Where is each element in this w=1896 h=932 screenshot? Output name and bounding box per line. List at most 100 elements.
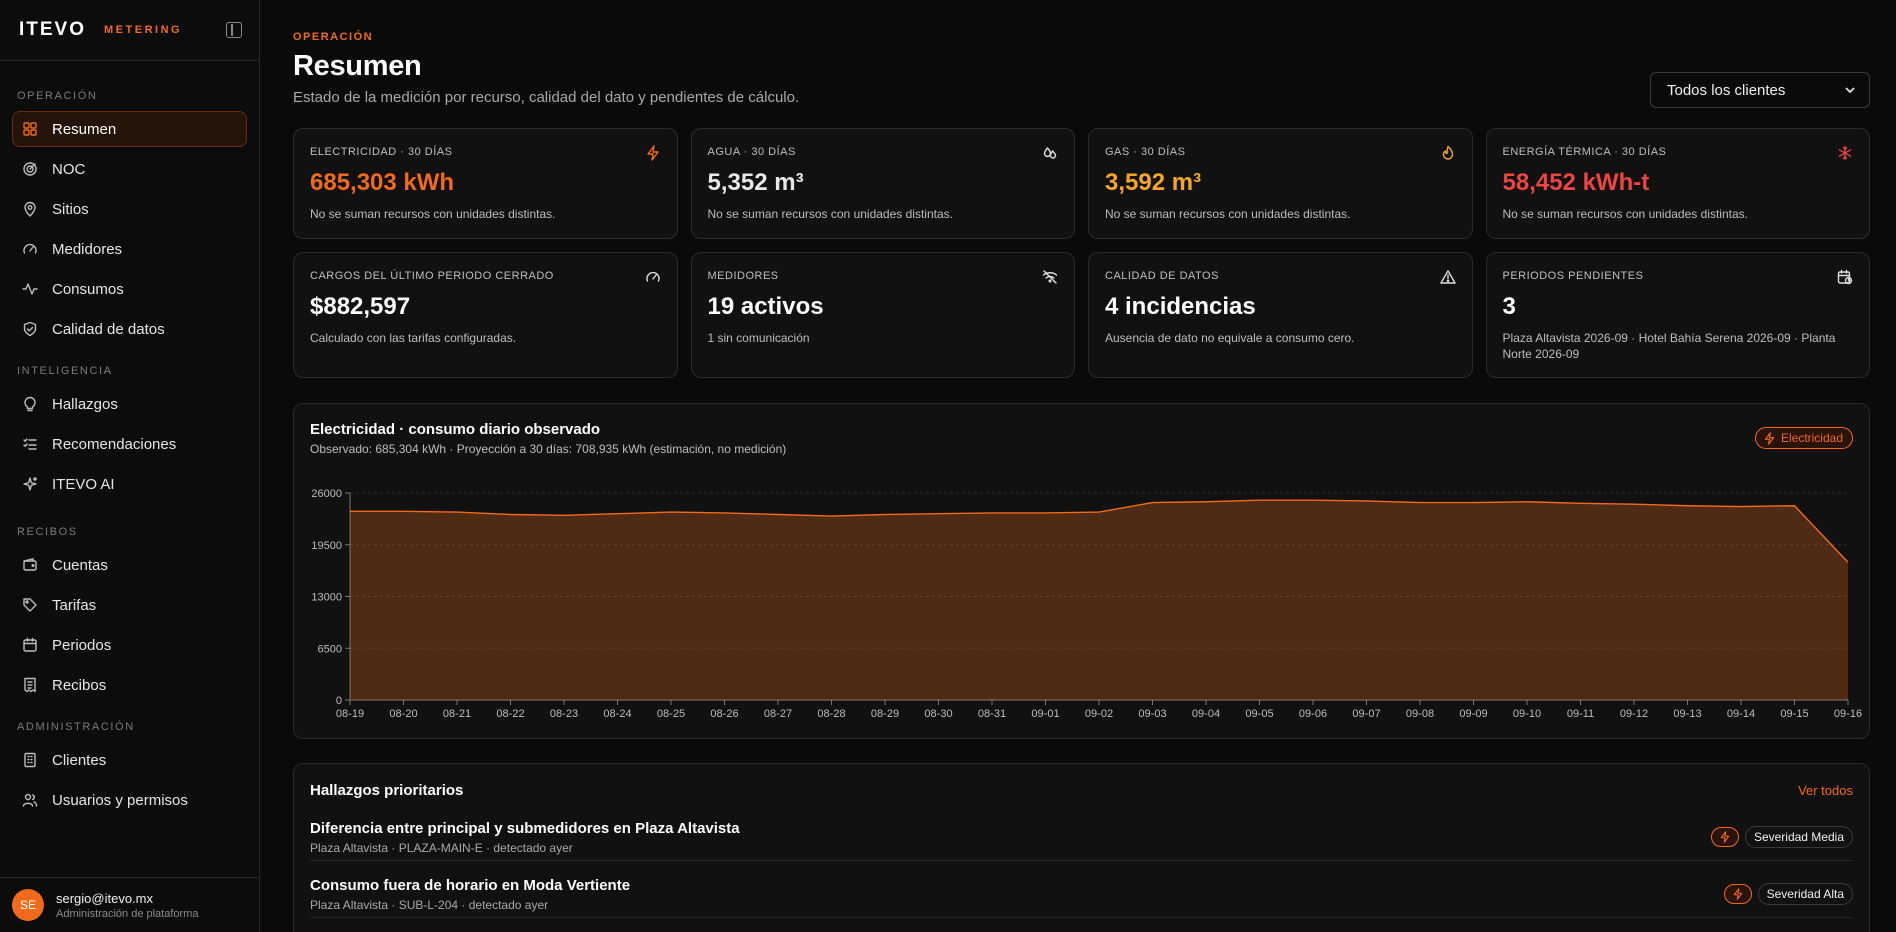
nav-section: ADMINISTRACIÓN Clientes Usuarios y permiso… (0, 719, 259, 822)
sidebar-item-usuarios-y-permisos[interactable]: Usuarios y permisos (12, 782, 247, 818)
x-tick-label: 09-13 (1673, 708, 1701, 720)
x-tick-label: 08-20 (389, 708, 417, 720)
x-tick-label: 09-01 (1031, 708, 1059, 720)
finding-item[interactable]: Diferencia entre principal y submedidore… (310, 804, 1853, 861)
kpi-note: No se suman recursos con unidades distin… (707, 207, 953, 221)
sidebar-item-tarifas[interactable]: Tarifas (12, 587, 247, 623)
data-point (1793, 504, 1796, 507)
sidebar-item-recomendaciones[interactable]: Recomendaciones (12, 426, 247, 462)
shield-check-icon-wrap (22, 321, 38, 337)
sidebar-item-periodos[interactable]: Periodos (12, 627, 247, 663)
stat-card[interactable]: CALIDAD DE DATOS 4 incidencias Ausencia de… (1088, 252, 1473, 378)
x-tick-label: 08-26 (710, 708, 738, 720)
lightbulb-icon-wrap (22, 396, 38, 412)
kpi-card[interactable]: GAS · 30 DÍAS 3,592 m³ No se suman recurso… (1088, 128, 1473, 239)
sidebar-item-label: Resumen (52, 120, 117, 138)
radar-icon (23, 162, 37, 176)
kpi-icon (645, 145, 661, 161)
data-point (616, 512, 619, 515)
sidebar-item-medidores[interactable]: Medidores (12, 231, 247, 267)
sidebar-item-label: Recomendaciones (52, 435, 177, 453)
users-icon-wrap (22, 792, 38, 808)
sidebar-item-consumos[interactable]: Consumos (12, 271, 247, 307)
sidebar-item-calidad-de-datos[interactable]: Calidad de datos (12, 311, 247, 347)
data-point (1044, 511, 1047, 514)
checklist-icon-wrap (22, 436, 38, 452)
findings-card: Hallazgos prioritarios Ver todos Diferen… (293, 763, 1870, 932)
stats-row: CARGOS DEL ÚLTIMO PERIODO CERRADO $882,59… (293, 252, 1870, 378)
sparkles-icon-wrap (22, 476, 38, 492)
stat-note: 1 sin comunicación (707, 331, 810, 345)
sidebar-item-recibos[interactable]: Recibos (12, 667, 247, 703)
page-title: Resumen (293, 50, 422, 82)
gauge-icon (23, 243, 37, 254)
stat-card[interactable]: MEDIDORES 19 activos 1 sin comunicación (690, 252, 1075, 378)
stat-card[interactable]: CARGOS DEL ÚLTIMO PERIODO CERRADO $882,59… (293, 252, 678, 378)
brand-logo[interactable]: ITEVO (19, 19, 86, 41)
calendar-icon-wrap (22, 637, 38, 653)
kpi-card[interactable]: ENERGÍA TÉRMICA · 30 DÍAS 58,452 kWh-t No … (1485, 128, 1870, 239)
data-point (349, 510, 352, 513)
data-point (991, 511, 994, 514)
electricity-badge-label: Electricidad (1780, 431, 1843, 445)
resource-tag (1710, 827, 1739, 847)
map-pin-icon (24, 201, 36, 217)
see-all-link[interactable]: Ver todos (1798, 783, 1853, 798)
data-point (1472, 501, 1475, 504)
y-tick-label: 13000 (311, 592, 342, 604)
kpi-card[interactable]: ELECTRICIDAD · 30 DÍAS 685,303 kWh No se s… (293, 128, 678, 239)
data-point (1686, 504, 1689, 507)
nav-section: OPERACIÓN Resumen NOC Sitios Medidores Consum… (0, 88, 259, 351)
data-point (1419, 501, 1422, 504)
client-select[interactable]: Todos los clientes (1650, 72, 1870, 108)
sidebar-item-hallazgos[interactable]: Hallazgos (12, 386, 247, 422)
data-point (402, 510, 405, 513)
sidebar-item-clientes[interactable]: Clientes (12, 742, 247, 778)
kpi-card[interactable]: AGUA · 30 DÍAS 5,352 m³ No se suman recurs… (690, 128, 1075, 239)
activity-icon (22, 283, 38, 295)
sidebar-item-itevo-ai[interactable]: ITEVO AI (12, 466, 247, 502)
x-tick-label: 09-02 (1085, 708, 1113, 720)
kpi-icon (1042, 145, 1058, 161)
sidebar-item-cuentas[interactable]: Cuentas (12, 547, 247, 583)
sidebar-item-label: NOC (52, 160, 86, 178)
stat-icon (1837, 269, 1853, 285)
chart-subtitle: Observado: 685,304 kWh · Proyección a 30… (310, 442, 787, 456)
kpi-value: 3,592 m³ (1105, 169, 1202, 196)
sidebar-item-label: Usuarios y permisos (52, 791, 188, 809)
nav-section: RECIBOS Cuentas Tarifas Periodos Recibos (0, 524, 259, 707)
data-point (884, 513, 887, 516)
x-tick-label: 08-29 (871, 708, 899, 720)
kpi-note: No se suman recursos con unidades distin… (1502, 207, 1748, 221)
data-point (830, 515, 833, 518)
stat-value: 4 incidencias (1105, 293, 1256, 320)
electricity-chart-card: Electricidad · consumo diario observado … (293, 403, 1870, 739)
data-point (777, 513, 780, 516)
sidebar-item-resumen[interactable]: Resumen (12, 111, 247, 147)
shield-check-icon (23, 321, 37, 337)
brand-product: METERING (104, 24, 183, 36)
data-point (1847, 561, 1850, 564)
kpi-note: No se suman recursos con unidades distin… (1105, 207, 1351, 221)
bolt-icon (1720, 831, 1730, 843)
sidebar-item-label: ITEVO AI (52, 475, 115, 493)
user-profile[interactable]: SE sergio@itevo.mx Administración de pla… (0, 877, 259, 932)
data-point (1579, 502, 1582, 505)
nav-section-title: INTELIGENCIA (17, 365, 113, 377)
finding-item[interactable]: Consumo fuera de horario en Moda Vertien… (310, 861, 1853, 918)
severity-badge: Severidad Media (1744, 826, 1853, 848)
sidebar-item-label: Calidad de datos (52, 320, 165, 338)
finding-tags: Severidad Alta (1723, 883, 1853, 905)
sidebar-item-sitios[interactable]: Sitios (12, 191, 247, 227)
sidebar-item-noc[interactable]: NOC (12, 151, 247, 187)
user-email: sergio@itevo.mx (56, 890, 154, 906)
dashboard-grid-icon-wrap (22, 121, 38, 137)
findings-list: Diferencia entre principal y submedidore… (310, 804, 1853, 918)
stat-card[interactable]: PERIODOS PENDIENTES 3 Plaza Altavista 2026… (1485, 252, 1870, 378)
electricity-badge[interactable]: Electricidad (1754, 427, 1853, 449)
bolt-icon (1764, 431, 1775, 445)
finding-meta: Plaza Altavista · SUB-L-204 · detectado … (310, 898, 549, 912)
x-tick-label: 08-27 (764, 708, 792, 720)
sidebar-collapse-icon[interactable] (226, 22, 242, 38)
x-tick-label: 09-16 (1834, 708, 1862, 720)
